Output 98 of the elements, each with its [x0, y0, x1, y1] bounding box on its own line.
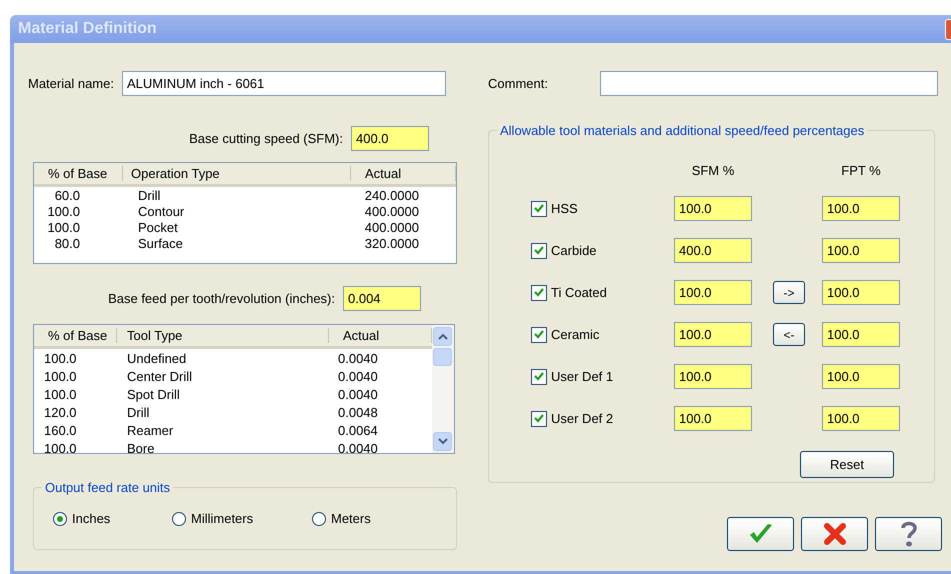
table-cell-text: 120.0	[43, 404, 78, 420]
table-cell-text: Undefined	[126, 350, 188, 366]
table-cell-text: Contour	[137, 204, 186, 218]
scroll-down-button[interactable]	[433, 432, 452, 451]
table-cell-text: Pocket	[137, 220, 179, 234]
checkbox-label[interactable]: User Def 2	[551, 411, 614, 426]
table-cell-text: Reamer	[126, 422, 174, 438]
sfm-percent-field[interactable]: 400.0	[674, 238, 752, 263]
field-label: Material name:	[28, 76, 114, 90]
fpt-percent-field[interactable]: 100.0	[822, 364, 900, 389]
transfer-button[interactable]: <-	[773, 323, 805, 346]
table-cell-text: 0.0040	[337, 350, 379, 366]
field-label: Comment:	[488, 76, 548, 90]
fpt-percent-field[interactable]: 100.0	[822, 196, 900, 221]
column-header[interactable]: Operation Type	[123, 166, 351, 181]
table-cell-text: Drill	[126, 404, 150, 420]
checkbox[interactable]	[531, 368, 547, 384]
table-cell-text: 100.0	[46, 204, 81, 218]
table-cell-text: 100.0	[46, 220, 81, 234]
checkbox[interactable]	[531, 242, 547, 258]
checkbox-label[interactable]: Ti Coated	[551, 285, 607, 300]
table-cell-text: 100.0	[43, 386, 78, 402]
column-header[interactable]: % of Base	[34, 328, 117, 343]
fpt-percent-field[interactable]: 100.0	[822, 406, 900, 431]
cancel-button[interactable]	[801, 517, 868, 551]
fpt-percent-field[interactable]: 100.0	[822, 322, 900, 347]
sfm-percent-field[interactable]: 100.0	[674, 406, 752, 431]
sfm-percent-field[interactable]: 100.0	[674, 196, 752, 221]
checkbox-label[interactable]: HSS	[551, 201, 578, 216]
close-icon	[822, 522, 846, 546]
radio-button[interactable]	[172, 512, 186, 526]
table-cell-text: 60.0	[54, 188, 81, 202]
table-cell-text: Surface	[137, 236, 184, 250]
feed-per-tooth-field[interactable]: 0.004	[343, 286, 421, 310]
table-cell-text: 400.0000	[364, 204, 420, 218]
checkbox[interactable]	[531, 284, 547, 300]
help-button[interactable]	[875, 517, 942, 551]
checkbox-label[interactable]: Ceramic	[551, 327, 600, 342]
scroll-thumb[interactable]	[433, 348, 452, 366]
checkbox-label[interactable]: User Def 1	[551, 369, 614, 384]
check-icon	[534, 288, 544, 297]
reset-button[interactable]: Reset	[800, 451, 894, 478]
radio-button[interactable]	[312, 512, 326, 526]
material-name-field[interactable]: ALUMINUM inch - 6061	[122, 70, 446, 96]
checkbox[interactable]	[531, 200, 547, 216]
cutting-speed-field[interactable]: 400.0	[351, 126, 429, 150]
field-label: Base cutting speed (SFM):	[189, 130, 343, 146]
radio-label[interactable]: Millimeters	[191, 511, 254, 526]
check-icon	[534, 330, 544, 339]
fpt-percent-field[interactable]: 100.0	[822, 280, 900, 305]
radio-label[interactable]: Inches	[72, 511, 110, 526]
table-cell-text: Drill	[137, 188, 162, 202]
check-icon	[534, 372, 544, 381]
scrollbar[interactable]	[432, 325, 454, 453]
fpt-percent-field[interactable]: 100.0	[822, 238, 900, 263]
column-header[interactable]: % of Base	[34, 166, 123, 181]
table-cell-text: 0.0048	[337, 404, 379, 420]
table-cell-text: Center Drill	[126, 368, 194, 384]
column-header[interactable]: Tool Type	[117, 328, 329, 343]
checkbox[interactable]	[531, 410, 547, 426]
chevron-up-icon	[438, 333, 448, 340]
table-cell-text: 100.0	[43, 368, 78, 384]
chevron-down-icon	[438, 438, 448, 445]
group-title: Output feed rate units	[44, 480, 172, 495]
sfm-percent-field[interactable]: 100.0	[674, 322, 752, 347]
table-cell-text: 80.0	[54, 236, 81, 250]
checkbox-label[interactable]: Carbide	[551, 243, 597, 258]
check-icon	[534, 204, 544, 213]
check-icon	[534, 246, 544, 255]
table-cell-text: 100.0	[43, 350, 78, 366]
column-header[interactable]: Actual	[351, 166, 456, 181]
table-cell-text: 0.0064	[337, 422, 379, 438]
column-header: SFM %	[690, 163, 736, 179]
column-header: FPT %	[840, 163, 882, 179]
table-cell-text: Bore	[126, 440, 156, 453]
check-icon	[534, 414, 544, 423]
table-cell-text: 0.0040	[337, 368, 379, 384]
sfm-percent-field[interactable]: 100.0	[674, 280, 752, 305]
table-cell-text: 0.0040	[337, 386, 379, 402]
group-title: Allowable tool materials and additional speed/feed percentages	[499, 123, 866, 138]
table-cell-text: 240.0000	[364, 188, 420, 202]
sfm-percent-field[interactable]: 100.0	[674, 364, 752, 389]
radio-button[interactable]	[53, 512, 67, 526]
field-label: Base feed per tooth/revolution (inches):	[108, 290, 335, 306]
table-cell-text: 160.0	[43, 422, 78, 438]
table-cell-text: 0.0040	[337, 440, 379, 453]
scroll-up-button[interactable]	[433, 327, 452, 346]
comment-field[interactable]	[600, 70, 938, 96]
checkbox[interactable]	[531, 326, 547, 342]
table-cell-text: Spot Drill	[126, 386, 181, 402]
window-title: Material Definition	[18, 20, 157, 38]
table-cell-text: 400.0000	[364, 220, 420, 234]
table-cell-text: 320.0000	[364, 236, 420, 250]
ok-button[interactable]	[727, 517, 794, 551]
help-icon	[898, 520, 918, 548]
radio-label[interactable]: Meters	[331, 511, 371, 526]
transfer-button[interactable]: ->	[773, 281, 805, 304]
table-cell-text: 100.0	[43, 440, 78, 453]
